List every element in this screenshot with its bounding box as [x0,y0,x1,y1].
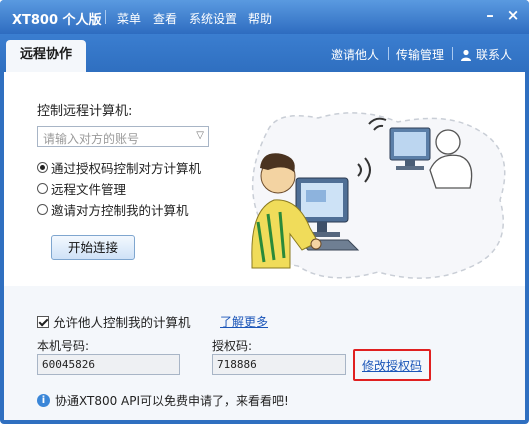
minimize-button[interactable]: – [480,6,500,24]
link-separator [452,47,453,60]
app-window: XT800 个人版 菜单 查看 系统设置 帮助 – × 远程协作 邀请他人 传输… [0,0,529,424]
radio-button[interactable] [37,161,48,173]
radio-label: 远程文件管理 [51,181,127,197]
remote-assist-illustration [251,112,506,279]
close-button[interactable]: × [503,6,523,24]
allow-control-label: 允许他人控制我的计算机 [53,315,191,330]
start-connection-button[interactable]: 开始连接 [51,235,135,260]
radio-label: 邀请对方控制我的计算机 [51,202,189,218]
menu-view[interactable]: 查看 [153,10,177,27]
app-title: XT800 个人版 [12,13,102,28]
title-bar[interactable]: XT800 个人版 菜单 查看 系统设置 帮助 – × [0,0,529,34]
allow-control-checkbox[interactable]: 允许他人控制我的计算机 [37,312,191,331]
learn-more-link[interactable]: 了解更多 [220,313,268,330]
main-panel: 控制远程计算机: 请输入对方的账号 ▽ 通过授权码控制对方计算机 远程文件管理 … [4,72,525,420]
change-auth-code-link[interactable]: 修改授权码 [362,357,422,374]
remote-control-section: 控制远程计算机: 请输入对方的账号 ▽ 通过授权码控制对方计算机 远程文件管理 … [4,72,525,286]
radio-auth-code-control[interactable]: 通过授权码控制对方计算机 [37,158,201,176]
transfer-manager-link[interactable]: 传输管理 [396,46,444,63]
radio-button[interactable] [37,182,48,194]
auth-code-label: 授权码: [212,339,253,353]
tab-strip: 远程协作 邀请他人 传输管理 联系人 [0,34,529,72]
account-input[interactable]: 请输入对方的账号 ▽ [37,126,209,147]
promo-bar[interactable]: i 协通XT800 API可以免费申请了，来看看吧! [37,392,289,409]
checkbox[interactable] [37,315,49,328]
machine-id-field[interactable]: 60045826 [37,354,180,375]
chevron-down-icon[interactable]: ▽ [196,130,204,141]
machine-id-label: 本机号码: [37,339,90,353]
menu-main[interactable]: 菜单 [117,10,141,27]
info-icon: i [37,394,50,407]
account-placeholder: 请输入对方的账号 [43,132,140,146]
menu-settings[interactable]: 系统设置 [189,10,237,27]
promo-text[interactable]: 协通XT800 API可以免费申请了，来看看吧! [55,392,289,409]
radio-button[interactable] [37,203,48,215]
radio-label: 通过授权码控制对方计算机 [51,160,202,176]
tab-remote-collaboration[interactable]: 远程协作 [6,40,86,72]
radio-file-manager[interactable]: 远程文件管理 [37,179,126,197]
auth-code-field[interactable]: 718886 [212,354,346,375]
menu-help[interactable]: 帮助 [248,10,272,27]
contacts-link[interactable]: 联系人 [460,46,512,63]
person-icon [461,49,471,61]
radio-invite-control[interactable]: 邀请对方控制我的计算机 [37,200,189,218]
remote-control-title: 控制远程计算机: [37,104,133,119]
link-separator [388,47,389,60]
title-separator [105,10,106,24]
contacts-label: 联系人 [476,48,513,62]
invite-others-link[interactable]: 邀请他人 [331,46,379,63]
